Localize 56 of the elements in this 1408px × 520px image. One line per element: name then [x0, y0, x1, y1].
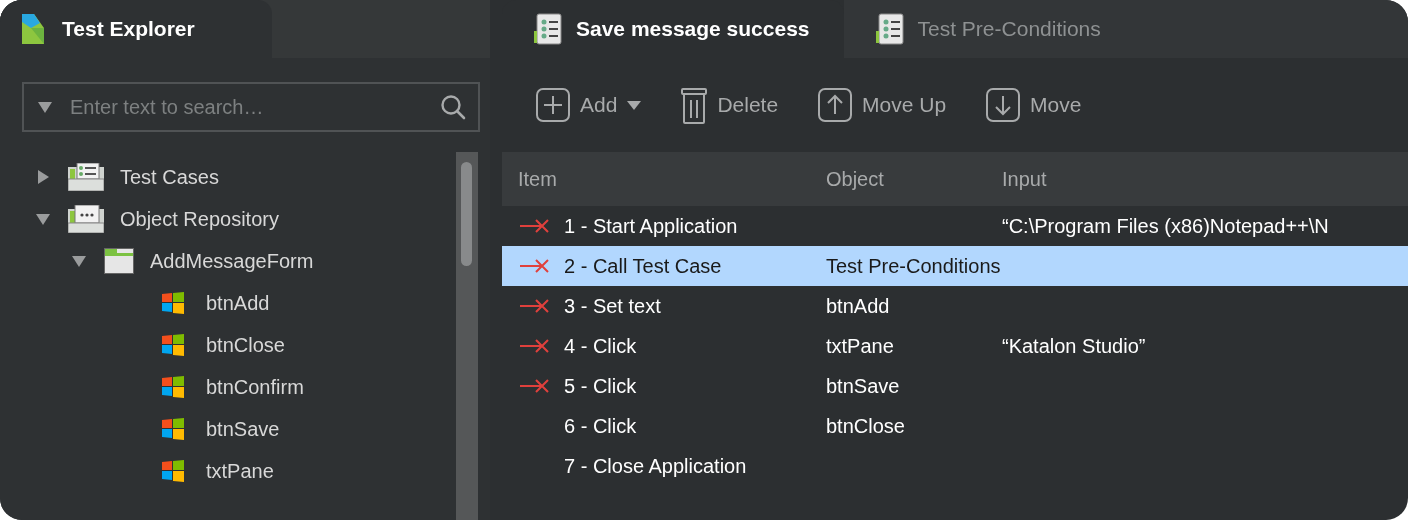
arrow-up-icon	[818, 88, 853, 122]
table-cell-text: btnSave	[826, 374, 901, 398]
table-cell-text: 7 - Close Application	[564, 454, 748, 478]
expand-arrow-icon[interactable]	[72, 254, 86, 268]
windows-icon	[162, 460, 184, 482]
column-header[interactable]: Item	[502, 167, 826, 191]
tree-item[interactable]: btnAdd	[206, 291, 270, 315]
toolbar-button[interactable]: Move	[986, 88, 1082, 122]
table-cell-text: 2 - Call Test Case	[564, 254, 723, 278]
windows-icon	[162, 334, 184, 356]
table-cell-text: txtPane	[826, 334, 895, 358]
search-bar[interactable]: Enter text to search…	[22, 82, 480, 132]
column-header[interactable]: Input	[1002, 167, 1047, 191]
test-case-icon	[875, 13, 904, 45]
editor-tab[interactable]: Test Pre-Conditions	[843, 0, 1135, 58]
windows-icon	[162, 418, 184, 440]
search-icon[interactable]	[440, 94, 466, 120]
tree-item[interactable]: AddMessageForm	[150, 249, 314, 273]
expand-arrow-icon[interactable]	[36, 170, 50, 184]
tree-item[interactable]: btnSave	[206, 417, 280, 441]
panel-title: Test Explorer	[62, 17, 195, 41]
plus-icon	[536, 88, 570, 122]
toolbar-button[interactable]: Add	[536, 88, 642, 122]
table-cell: “Katalon Studio”	[1002, 334, 1146, 358]
table-cell-text: btnClose	[826, 414, 906, 438]
windows-icon	[162, 292, 184, 314]
windows-icon	[162, 376, 184, 398]
expand-arrow-icon[interactable]	[36, 212, 50, 226]
table-cell-text: 1 - Start Application	[564, 214, 739, 238]
tree-item[interactable]: txtPane	[206, 459, 274, 483]
tree-item[interactable]: Object Repository	[120, 207, 279, 231]
test-case-icon	[534, 13, 562, 45]
table-cell: “C:\Program Files (x86)Notepad++\N	[1002, 214, 1329, 238]
drawer-icon	[68, 205, 104, 233]
folder-icon	[104, 248, 134, 274]
caret-icon	[627, 100, 642, 110]
selected-row[interactable]: 2 - Call Test Case Test Pre-Conditions	[502, 246, 1408, 286]
toolbar-button[interactable]: Move Up	[818, 88, 947, 122]
drawer-icon	[68, 163, 104, 191]
search-field[interactable]: Enter text to search…	[68, 94, 424, 120]
logo-icon	[22, 14, 44, 44]
column-header[interactable]: Object	[826, 167, 1002, 191]
table-cell: Test Pre-Conditions	[826, 254, 1002, 278]
table-cell-text: btnAdd	[826, 294, 891, 318]
scrollbar-thumb[interactable]	[461, 162, 472, 266]
arrow-down-icon	[986, 88, 1021, 122]
tree-item[interactable]: btnClose	[206, 333, 285, 357]
trash-icon	[681, 86, 708, 124]
table-cell-text: 4 - Click	[564, 334, 638, 358]
table-cell-text: 5 - Click	[564, 374, 638, 398]
table-cell-text: 3 - Set text	[564, 294, 662, 318]
tree-item[interactable]: btnConfirm	[206, 375, 304, 399]
tree-item[interactable]: Test Cases	[120, 165, 219, 189]
table-cell-text: 6 - Click	[564, 414, 638, 438]
dropdown-caret-icon[interactable]	[38, 101, 52, 113]
toolbar-button[interactable]: Delete	[681, 86, 779, 124]
